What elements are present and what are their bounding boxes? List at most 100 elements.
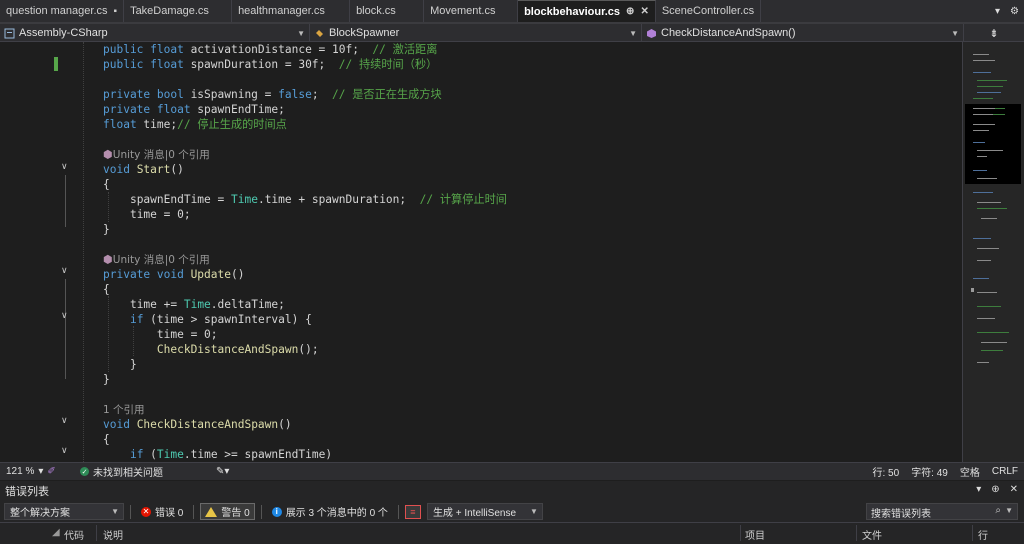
collapse-icon[interactable]: ∨ <box>61 415 68 426</box>
errors-filter-button[interactable]: ✕ 错误 0 <box>137 503 187 520</box>
minimap-viewport[interactable] <box>965 104 1021 184</box>
collapse-icon[interactable]: ∨ <box>61 161 68 172</box>
code-line: if (time > spawnInterval) { <box>103 312 507 327</box>
close-icon[interactable]: ✕ <box>1010 484 1018 495</box>
minimap-marker <box>971 288 974 292</box>
token-keyword: void <box>103 163 137 176</box>
collapse-icon[interactable]: ∨ <box>61 310 68 321</box>
code-line: private float spawnEndTime; <box>103 102 507 117</box>
build-source-dropdown[interactable]: 生成 + IntelliSense ▼ <box>426 503 543 520</box>
class-dropdown[interactable]: BlockSpawner ▼ <box>310 24 642 42</box>
token-text: () <box>278 418 292 431</box>
tab-healthmanager[interactable]: healthmanager.cs <box>232 0 351 22</box>
messages-count: 展示 3 个消息中的 0 个 <box>285 508 388 519</box>
minimap-line <box>973 60 995 61</box>
minimap-line <box>973 170 987 171</box>
error-list-panel: 错误列表 ▾ ⊕ ✕ 整个解决方案 ▼ ✕ 错误 0 警告 0 i 展示 3 个… <box>0 481 1024 544</box>
codelens[interactable]: ⬢Unity 消息|0 个引用 <box>103 252 507 267</box>
zoom-dropdown[interactable]: 121 % ▾ ✐ <box>0 463 74 481</box>
code-line: private bool isSpawning = false; // 是否正在… <box>103 87 507 102</box>
filter-icon[interactable]: ≡ <box>404 504 421 519</box>
tab-block[interactable]: block.cs <box>350 0 425 22</box>
minimap-line <box>973 238 991 239</box>
member-dropdown[interactable]: CheckDistanceAndSpawn() ▼ <box>642 24 964 42</box>
split-editor-button[interactable]: ⇟ <box>964 24 1024 42</box>
pin-icon[interactable]: ⊕ <box>626 6 634 17</box>
collapse-icon[interactable]: ∨ <box>61 445 68 456</box>
token-text: } <box>103 373 110 386</box>
token-type: Time <box>231 193 258 206</box>
pin-icon[interactable]: ⊕ <box>991 484 999 495</box>
eol-indicator[interactable]: CRLF <box>986 463 1024 481</box>
token-keyword: if <box>129 313 151 326</box>
close-icon[interactable]: ✕ <box>640 6 648 17</box>
token-comment: // 计算停止时间 <box>419 193 507 206</box>
tab-scenecontroller[interactable]: SceneController.cs <box>655 0 762 22</box>
token-text: } <box>103 223 110 236</box>
project-dropdown[interactable]: Assembly-CSharp ▼ <box>0 24 310 42</box>
minimap-line <box>977 150 1003 151</box>
token-keyword: void <box>103 418 137 431</box>
sort-icon: ◢ <box>52 527 60 538</box>
zoom-level: 121 % <box>6 466 35 477</box>
codelens-text[interactable]: 1 个引用 <box>103 404 145 416</box>
column-code[interactable]: 代码 <box>64 527 84 542</box>
token-keyword: if <box>129 448 151 461</box>
code-line: if (Time.time >= spawnEndTime) <box>103 447 507 462</box>
token-text: { <box>103 433 110 446</box>
warnings-filter-button[interactable]: 警告 0 <box>200 503 255 520</box>
code-minimap[interactable] <box>962 42 1024 462</box>
tab-blockbehaviour[interactable]: blockbehaviour.cs ⊕ ✕ <box>518 0 656 22</box>
code-line: spawnEndTime = Time.time + spawnDuration… <box>103 192 507 207</box>
column-project[interactable]: 项目 <box>745 527 765 542</box>
editor-status-bar: 121 % ▾ ✐ ✓ 未找到相关问题 ✎▾ 行: 50 字符: 49 空格 C… <box>0 462 1024 480</box>
tab-takedamage[interactable]: TakeDamage.cs <box>124 0 233 22</box>
codelens[interactable]: 1 个引用 <box>103 402 507 417</box>
token-text: () <box>170 163 184 176</box>
codelens-text[interactable]: Unity 消息|0 个引用 <box>113 149 210 161</box>
tab-movement[interactable]: Movement.cs <box>424 0 519 22</box>
char-indicator[interactable]: 字符: 49 <box>905 463 954 481</box>
class-label: BlockSpawner <box>329 27 400 39</box>
collapse-icon[interactable]: ∨ <box>61 265 68 276</box>
column-description[interactable]: 说明 <box>103 527 123 542</box>
minimap-line <box>973 98 993 99</box>
error-search-input[interactable]: 搜索错误列表 ⌕ ▼ <box>866 503 1018 520</box>
warning-icon <box>205 506 218 517</box>
gear-icon[interactable]: ⚙ <box>1010 6 1019 17</box>
minimap-line <box>977 318 995 319</box>
error-list-toolbar: 整个解决方案 ▼ ✕ 错误 0 警告 0 i 展示 3 个消息中的 0 个 ≡ … <box>0 501 1024 522</box>
codelens[interactable]: ⬢Unity 消息|0 个引用 <box>103 147 507 162</box>
line-indicator[interactable]: 行: 50 <box>867 463 906 481</box>
chevron-down-icon[interactable]: ▾ <box>976 484 981 495</box>
code-line: } <box>103 222 507 237</box>
code-line: { <box>103 432 507 447</box>
messages-filter-button[interactable]: i 展示 3 个消息中的 0 个 <box>268 503 392 520</box>
pin-icon[interactable]: ▪ <box>114 6 118 17</box>
issues-indicator[interactable]: ✓ 未找到相关问题 <box>74 463 210 481</box>
code-line: void CheckDistanceAndSpawn() <box>103 417 507 432</box>
scope-dropdown[interactable]: 整个解决方案 ▼ <box>4 503 124 520</box>
cleanup-button[interactable]: ✎▾ <box>210 463 250 481</box>
chevron-down-icon[interactable]: ▾ <box>995 6 1000 17</box>
token-keyword: public float <box>103 43 191 56</box>
fold-guide <box>65 279 66 379</box>
codelens-text[interactable]: Unity 消息|0 个引用 <box>113 254 210 266</box>
token-type: Time <box>183 298 211 311</box>
token-keyword: private void <box>103 268 191 281</box>
chevron-down-icon: ▼ <box>1005 506 1013 515</box>
token-text: ( <box>150 448 157 461</box>
spacing-indicator[interactable]: 空格 <box>954 463 986 481</box>
minimap-line <box>981 218 997 219</box>
code-text[interactable]: public float activationDistance = 10f; /… <box>103 42 507 462</box>
column-divider <box>972 525 973 541</box>
column-file[interactable]: 文件 <box>862 527 882 542</box>
chevron-down-icon: ▾ <box>38 466 44 477</box>
column-line[interactable]: 行 <box>978 527 988 542</box>
code-editor[interactable]: ∨ ∨ ∨ ∨ ∨ public float activationDistanc… <box>0 42 962 462</box>
warnings-count: 警告 0 <box>221 508 250 519</box>
tab-bar-controls: ▾ ⚙ <box>990 0 1024 22</box>
tab-question-manager[interactable]: question manager.cs ▪ <box>0 0 125 22</box>
chevron-down-icon: ▼ <box>530 507 538 516</box>
